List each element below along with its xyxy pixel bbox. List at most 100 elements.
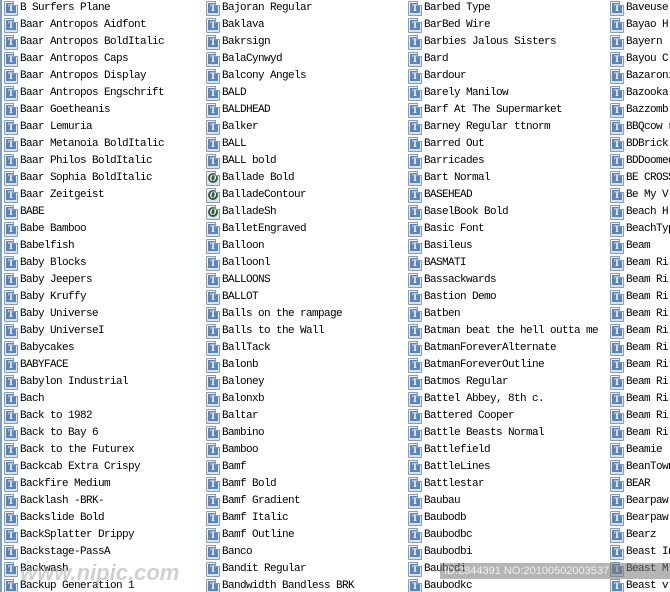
font-list-item[interactable]: T Baby Kruffy	[4, 289, 87, 306]
font-list-item[interactable]: T Beam Ri	[610, 374, 669, 391]
font-list-item[interactable]: T Banco	[206, 544, 253, 561]
font-list-item[interactable]: T Baby Universe	[4, 306, 99, 323]
font-list-item[interactable]: T BarBed Wire	[408, 17, 491, 34]
font-list-item[interactable]: T Bamf Bold	[206, 476, 277, 493]
font-list-item[interactable]: T BatmanForeverOutline	[408, 357, 545, 374]
font-list-item[interactable]: T BABE	[4, 204, 45, 221]
font-list-item[interactable]: T Barely Manilow	[408, 85, 509, 102]
font-list-item[interactable]: T Baar Philos BoldItalic	[4, 153, 153, 170]
font-list-item[interactable]: T Bandit Regular	[206, 561, 307, 578]
font-list-item[interactable]: T BABYFACE	[4, 357, 69, 374]
font-list-item[interactable]: T BE CROSS	[610, 170, 670, 187]
font-list-item[interactable]: T Battered Cooper	[408, 408, 515, 425]
font-list-item[interactable]: T Balonb	[206, 357, 259, 374]
font-list-item[interactable]: T Baubodb	[408, 510, 467, 527]
font-list-item[interactable]: T BALDHEAD	[206, 102, 271, 119]
font-list-item[interactable]: T BeachTyp	[610, 221, 670, 238]
font-list-item[interactable]: T Beam Ri	[610, 391, 669, 408]
font-list-item[interactable]: T Barney Regular ttnorm	[408, 119, 551, 136]
font-list-item[interactable]: T Balonxb	[206, 391, 265, 408]
font-list-item[interactable]: T Baltar	[206, 408, 259, 425]
font-list-item[interactable]: T Batman beat the hell outta me	[408, 323, 599, 340]
font-list-item[interactable]: T BDBrick	[610, 136, 669, 153]
font-list-item[interactable]: T Bambino	[206, 425, 265, 442]
font-list-item[interactable]: T Beast In	[610, 544, 670, 561]
font-list-item[interactable]: T BalletEngraved	[206, 221, 307, 238]
font-list-item[interactable]: O Ballade Bold	[206, 170, 295, 187]
font-list-item[interactable]: T BALLOT	[206, 289, 259, 306]
font-list-item[interactable]: T Balloonl	[206, 255, 271, 272]
font-list-item[interactable]: T Bach	[4, 391, 45, 408]
font-list-item[interactable]: T Beam Ri	[610, 340, 669, 357]
font-list-item[interactable]: T Basic Font	[408, 221, 485, 238]
font-list-item[interactable]: T BASEHEAD	[408, 187, 473, 204]
font-list-item[interactable]: T BallTack	[206, 340, 271, 357]
font-list-item[interactable]: T Be My V	[610, 187, 669, 204]
font-list-item[interactable]: T Barbed Type	[408, 0, 491, 17]
font-list-item[interactable]: O BalladeSh	[206, 204, 277, 221]
font-list-item[interactable]: T BALL	[206, 136, 247, 153]
font-list-item[interactable]: T Bazooka	[610, 85, 669, 102]
font-list-item[interactable]: T Baubodkc	[408, 578, 473, 592]
font-list-item[interactable]: T Balker	[206, 119, 259, 136]
font-list-item[interactable]: T Baubodbc	[408, 527, 473, 544]
font-list-item[interactable]: T Basileus	[408, 238, 473, 255]
font-list-item[interactable]: T Bamf Gradient	[206, 493, 301, 510]
font-list-item[interactable]: T Battle Beasts Normal	[408, 425, 545, 442]
font-list-item[interactable]: T Bayao H	[610, 17, 669, 34]
font-list-item[interactable]: T Beam Ri	[610, 408, 669, 425]
font-list-item[interactable]: T Baloney	[206, 374, 265, 391]
font-list-item[interactable]: T Beam Ri	[610, 255, 669, 272]
font-list-item[interactable]: T Baar Antropos Caps	[4, 51, 129, 68]
font-list-item[interactable]: T Babylon Industrial	[4, 374, 129, 391]
font-list-item[interactable]: T Balloon	[206, 238, 265, 255]
font-list-item[interactable]: T Bart Normal	[408, 170, 491, 187]
font-list-item[interactable]: T Bamf Italic	[206, 510, 289, 527]
font-list-item[interactable]: T Baubodbi	[408, 544, 473, 561]
font-list-item[interactable]: T BaselBook Bold	[408, 204, 509, 221]
font-list-item[interactable]: O BalladeContour	[206, 187, 307, 204]
font-list-item[interactable]: T BALLOONS	[206, 272, 271, 289]
font-list-item[interactable]: T Bassackwards	[408, 272, 497, 289]
font-list-item[interactable]: T Baby Jeepers	[4, 272, 93, 289]
font-list-item[interactable]: T Back to the Futurex	[4, 442, 135, 459]
font-list-item[interactable]: T Baklava	[206, 17, 265, 34]
font-list-item[interactable]: T Batben	[408, 306, 461, 323]
font-list-item[interactable]: T Baby Blocks	[4, 255, 87, 272]
font-list-item[interactable]: T Baar Zeitgeist	[4, 187, 105, 204]
font-list-item[interactable]: T Battlefield	[408, 442, 491, 459]
font-list-item[interactable]: T Baby UniverseI	[4, 323, 105, 340]
font-list-item[interactable]: T Beam Ri	[610, 323, 669, 340]
font-list-item[interactable]: T BDDoomed	[610, 153, 670, 170]
font-list-item[interactable]: T Bakrsign	[206, 34, 271, 51]
font-list-item[interactable]: T Baar Antropos Display	[4, 68, 147, 85]
font-list-item[interactable]: T Bamboo	[206, 442, 259, 459]
font-list-item[interactable]: T Beam Ri	[610, 289, 669, 306]
font-list-item[interactable]: T Barf At The Supermarket	[408, 102, 563, 119]
font-list-item[interactable]: T BalaCynwyd	[206, 51, 283, 68]
font-list-item[interactable]: T Baar Antropos Aidfont	[4, 17, 147, 34]
font-list-item[interactable]: T BBQcow r	[610, 119, 670, 136]
font-list-item[interactable]: T Baveuse	[610, 0, 669, 17]
font-list-item[interactable]: T Beam Ri	[610, 425, 669, 442]
font-list-item[interactable]: T Bearpaw	[610, 493, 669, 510]
font-list-item[interactable]: T Baar Sophia BoldItalic	[4, 170, 153, 187]
font-list-item[interactable]: T Bamf	[206, 459, 247, 476]
font-list-item[interactable]: T Back to Bay 6	[4, 425, 99, 442]
font-list-item[interactable]: T Bearpaw	[610, 510, 669, 527]
font-list-item[interactable]: T Baubau	[408, 493, 461, 510]
font-list-item[interactable]: T Balls on the rampage	[206, 306, 343, 323]
font-list-item[interactable]: T Babelfish	[4, 238, 75, 255]
font-list-item[interactable]: T Beam Ri	[610, 272, 669, 289]
font-list-item[interactable]: T Baar Goetheanis	[4, 102, 111, 119]
font-list-item[interactable]: T Baar Antropos Engschrift	[4, 85, 165, 102]
font-list-item[interactable]: T Barbies Jalous Sisters	[408, 34, 557, 51]
font-list-item[interactable]: T Bandwidth Bandless BRK	[206, 578, 355, 592]
font-list-item[interactable]: T Backslide Bold	[4, 510, 105, 527]
font-list-item[interactable]: T Babe Bamboo	[4, 221, 87, 238]
font-list-item[interactable]: T Balcony Angels	[206, 68, 307, 85]
font-list-item[interactable]: T B Surfers Plane	[4, 0, 111, 17]
font-list-item[interactable]: T Bazaroni	[610, 68, 670, 85]
font-list-item[interactable]: T Bard	[408, 51, 449, 68]
font-list-item[interactable]: T Backstage-PassA	[4, 544, 111, 561]
